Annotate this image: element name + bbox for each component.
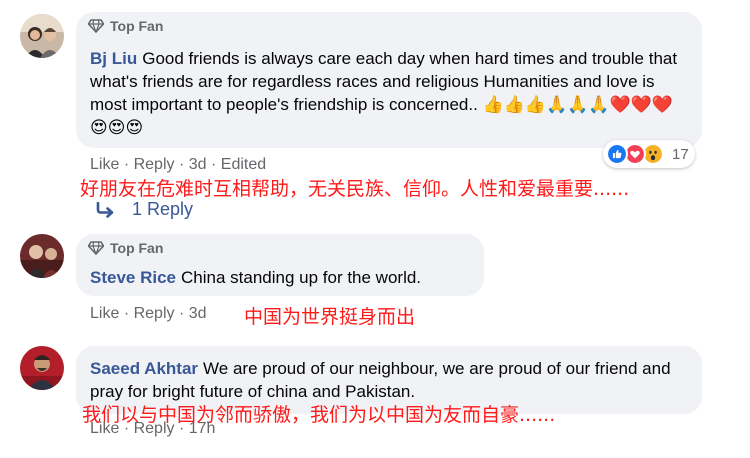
reactions-summary[interactable]: 17 <box>603 140 695 168</box>
avatar[interactable] <box>20 346 64 390</box>
comment-body: Good friends is always care each day whe… <box>90 49 678 137</box>
avatar[interactable] <box>20 234 64 278</box>
badge-label: Top Fan <box>110 240 164 256</box>
like-reaction-icon <box>606 143 628 165</box>
timestamp[interactable]: 3d <box>189 156 207 173</box>
top-fan-badge: Top Fan <box>88 240 163 256</box>
translation-text: 中国为世界挺身而出 <box>244 306 416 328</box>
translation-text: 好朋友在危难时互相帮助，无关民族、信仰。人性和爱最重要...... <box>80 178 630 200</box>
comment-author[interactable]: Saeed Akhtar <box>90 359 198 378</box>
comment-actions: Like · Reply · 17h <box>90 420 216 437</box>
like-link[interactable]: Like <box>90 305 119 322</box>
edited-label: Edited <box>220 156 267 173</box>
comment-text: Saeed Akhtar We are proud of our neighbou… <box>90 357 688 403</box>
like-link[interactable]: Like <box>90 420 119 437</box>
comment-body: China standing up for the world. <box>181 268 422 287</box>
timestamp[interactable]: 3d <box>189 305 207 322</box>
reply-count[interactable]: 1 Reply <box>132 199 193 220</box>
reply-link[interactable]: Reply <box>134 420 175 437</box>
reply-link[interactable]: Reply <box>134 305 175 322</box>
comment-author[interactable]: Bj Liu <box>90 49 137 68</box>
reactions-count: 17 <box>672 145 689 163</box>
badge-label: Top Fan <box>110 18 164 34</box>
comment-actions: Like · Reply · 3d · Edited <box>90 156 267 173</box>
like-link[interactable]: Like <box>90 156 119 173</box>
diamond-icon <box>88 241 104 255</box>
top-fan-badge: Top Fan <box>88 18 163 34</box>
timestamp[interactable]: 17h <box>189 420 216 437</box>
avatar[interactable] <box>20 14 64 58</box>
reply-link[interactable]: Reply <box>134 156 175 173</box>
comment-actions: Like · Reply · 3d <box>90 305 207 322</box>
comment-text: Bj Liu Good friends is always care each d… <box>90 47 688 139</box>
comment-text: Steve Rice China standing up for the worl… <box>90 266 470 289</box>
diamond-icon <box>88 19 104 33</box>
comment-bubble: Top Fan Bj Liu Good friends is always car… <box>76 12 702 148</box>
comment-author[interactable]: Steve Rice <box>90 268 176 287</box>
view-replies-link[interactable]: 1 Reply <box>96 199 193 220</box>
reply-arrow-icon <box>96 201 114 218</box>
comment-bubble: Top Fan Steve Rice China standing up for … <box>76 234 484 296</box>
